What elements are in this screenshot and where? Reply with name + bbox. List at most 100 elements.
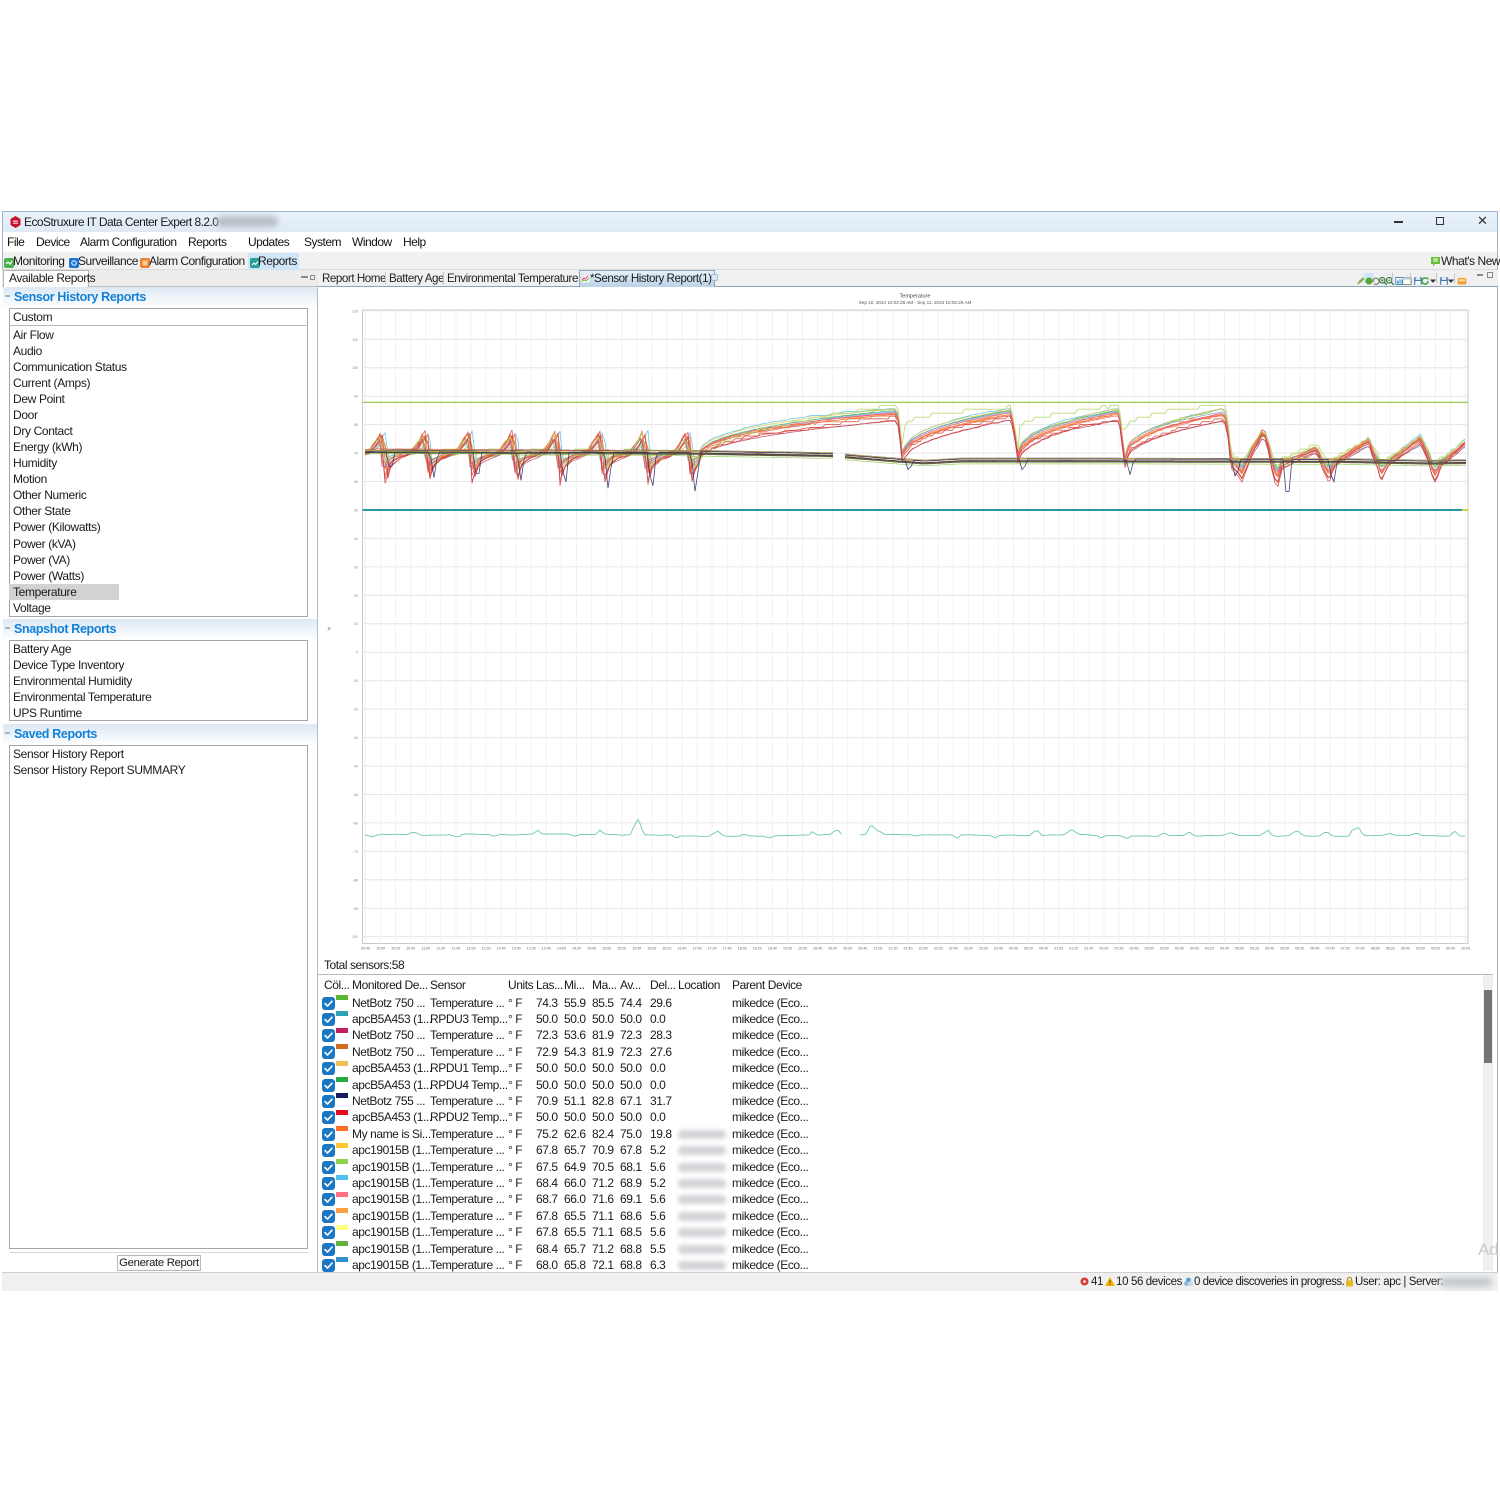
svg-text:06:40: 06:40: [1310, 947, 1319, 951]
svg-text:09:20: 09:20: [1431, 947, 1440, 951]
svg-text:07:20: 07:20: [1341, 947, 1350, 951]
svg-text:03:40: 03:40: [1175, 947, 1184, 951]
svg-text:Sep 10, 2024 10:02:28 AM - Sep: Sep 10, 2024 10:02:28 AM - Sep 11, 2024 …: [859, 300, 972, 305]
svg-text:22:20: 22:20: [934, 947, 943, 951]
svg-text:01:20: 01:20: [1069, 947, 1078, 951]
svg-text:100: 100: [352, 366, 358, 370]
svg-text:14:20: 14:20: [572, 947, 581, 951]
svg-text:10:00: 10:00: [376, 947, 385, 951]
svg-text:15:00: 15:00: [602, 947, 611, 951]
svg-text:50: 50: [354, 509, 358, 513]
svg-text:12:20: 12:20: [482, 947, 491, 951]
svg-text:-20: -20: [353, 708, 358, 712]
svg-text:15:20: 15:20: [617, 947, 626, 951]
svg-text:23:40: 23:40: [994, 947, 1003, 951]
svg-text:60: 60: [354, 480, 358, 484]
svg-text:21:40: 21:40: [904, 947, 913, 951]
svg-text:06:00: 06:00: [1280, 947, 1289, 951]
svg-text:23:20: 23:20: [979, 947, 988, 951]
svg-text:17:40: 17:40: [723, 947, 732, 951]
svg-text:04:00: 04:00: [1190, 947, 1199, 951]
svg-text:14:40: 14:40: [587, 947, 596, 951]
svg-text:-100: -100: [351, 935, 358, 939]
svg-text:20:00: 20:00: [828, 947, 837, 951]
svg-text:07:40: 07:40: [1356, 947, 1365, 951]
svg-text:05:40: 05:40: [1265, 947, 1274, 951]
svg-text:02:40: 02:40: [1130, 947, 1139, 951]
svg-text:09:40: 09:40: [361, 947, 370, 951]
svg-text:110: 110: [352, 338, 358, 342]
svg-text:22:00: 22:00: [919, 947, 928, 951]
svg-text:40: 40: [354, 537, 358, 541]
svg-text:21:00: 21:00: [873, 947, 882, 951]
svg-text:23:00: 23:00: [964, 947, 973, 951]
svg-text:07:00: 07:00: [1326, 947, 1335, 951]
svg-text:05:20: 05:20: [1250, 947, 1259, 951]
svg-text:-70: -70: [353, 850, 358, 854]
svg-text:90: 90: [354, 395, 358, 399]
svg-text:08:40: 08:40: [1401, 947, 1410, 951]
svg-text:06:20: 06:20: [1295, 947, 1304, 951]
svg-text:09:40: 09:40: [1446, 947, 1455, 951]
svg-text:01:40: 01:40: [1084, 947, 1093, 951]
svg-text:12:00: 12:00: [467, 947, 476, 951]
svg-text:15:40: 15:40: [632, 947, 641, 951]
svg-text:20:20: 20:20: [843, 947, 852, 951]
svg-text:18:40: 18:40: [768, 947, 777, 951]
svg-text:11:20: 11:20: [436, 947, 445, 951]
svg-text:00:00: 00:00: [1009, 947, 1018, 951]
svg-text:08:20: 08:20: [1386, 947, 1395, 951]
svg-text:11:40: 11:40: [452, 947, 461, 951]
svg-text:22:40: 22:40: [949, 947, 958, 951]
svg-text:05:00: 05:00: [1235, 947, 1244, 951]
svg-text:°F: °F: [327, 626, 332, 631]
svg-text:10:40: 10:40: [406, 947, 415, 951]
svg-text:16:00: 16:00: [647, 947, 656, 951]
svg-text:30: 30: [354, 565, 358, 569]
svg-text:03:20: 03:20: [1160, 947, 1169, 951]
svg-text:-10: -10: [353, 679, 358, 683]
svg-text:04:20: 04:20: [1205, 947, 1214, 951]
svg-text:-60: -60: [353, 821, 358, 825]
svg-text:00:20: 00:20: [1024, 947, 1033, 951]
svg-text:19:00: 19:00: [783, 947, 792, 951]
svg-text:20: 20: [354, 594, 358, 598]
svg-text:17:20: 17:20: [708, 947, 717, 951]
svg-text:10:00: 10:00: [1461, 947, 1470, 951]
svg-text:10: 10: [354, 622, 358, 626]
svg-text:-40: -40: [353, 765, 358, 769]
svg-text:16:40: 16:40: [678, 947, 687, 951]
svg-text:80: 80: [354, 423, 358, 427]
svg-text:Temperature: Temperature: [900, 294, 931, 300]
svg-text:13:00: 13:00: [512, 947, 521, 951]
svg-text:11:00: 11:00: [421, 947, 430, 951]
svg-text:-30: -30: [353, 736, 358, 740]
svg-text:-80: -80: [353, 878, 358, 882]
svg-text:18:00: 18:00: [738, 947, 747, 951]
svg-text:00:40: 00:40: [1039, 947, 1048, 951]
svg-text:19:40: 19:40: [813, 947, 822, 951]
svg-text:-90: -90: [353, 907, 358, 911]
svg-text:09:00: 09:00: [1416, 947, 1425, 951]
svg-text:12:40: 12:40: [497, 947, 506, 951]
svg-text:02:00: 02:00: [1099, 947, 1108, 951]
svg-text:01:00: 01:00: [1054, 947, 1063, 951]
svg-text:17:00: 17:00: [693, 947, 702, 951]
svg-text:0: 0: [356, 651, 358, 655]
svg-text:18:20: 18:20: [753, 947, 762, 951]
svg-text:13:20: 13:20: [527, 947, 536, 951]
svg-text:14:00: 14:00: [557, 947, 566, 951]
svg-text:20:40: 20:40: [858, 947, 867, 951]
svg-text:16:20: 16:20: [662, 947, 671, 951]
svg-text:04:40: 04:40: [1220, 947, 1229, 951]
svg-text:19:20: 19:20: [798, 947, 807, 951]
svg-text:10:20: 10:20: [391, 947, 400, 951]
svg-text:03:00: 03:00: [1145, 947, 1154, 951]
svg-text:02:20: 02:20: [1115, 947, 1124, 951]
svg-text:13:40: 13:40: [542, 947, 551, 951]
svg-text:-50: -50: [353, 793, 358, 797]
svg-text:120: 120: [352, 309, 358, 313]
svg-text:21:20: 21:20: [889, 947, 898, 951]
svg-text:70: 70: [354, 452, 358, 456]
svg-text:08:00: 08:00: [1371, 947, 1380, 951]
